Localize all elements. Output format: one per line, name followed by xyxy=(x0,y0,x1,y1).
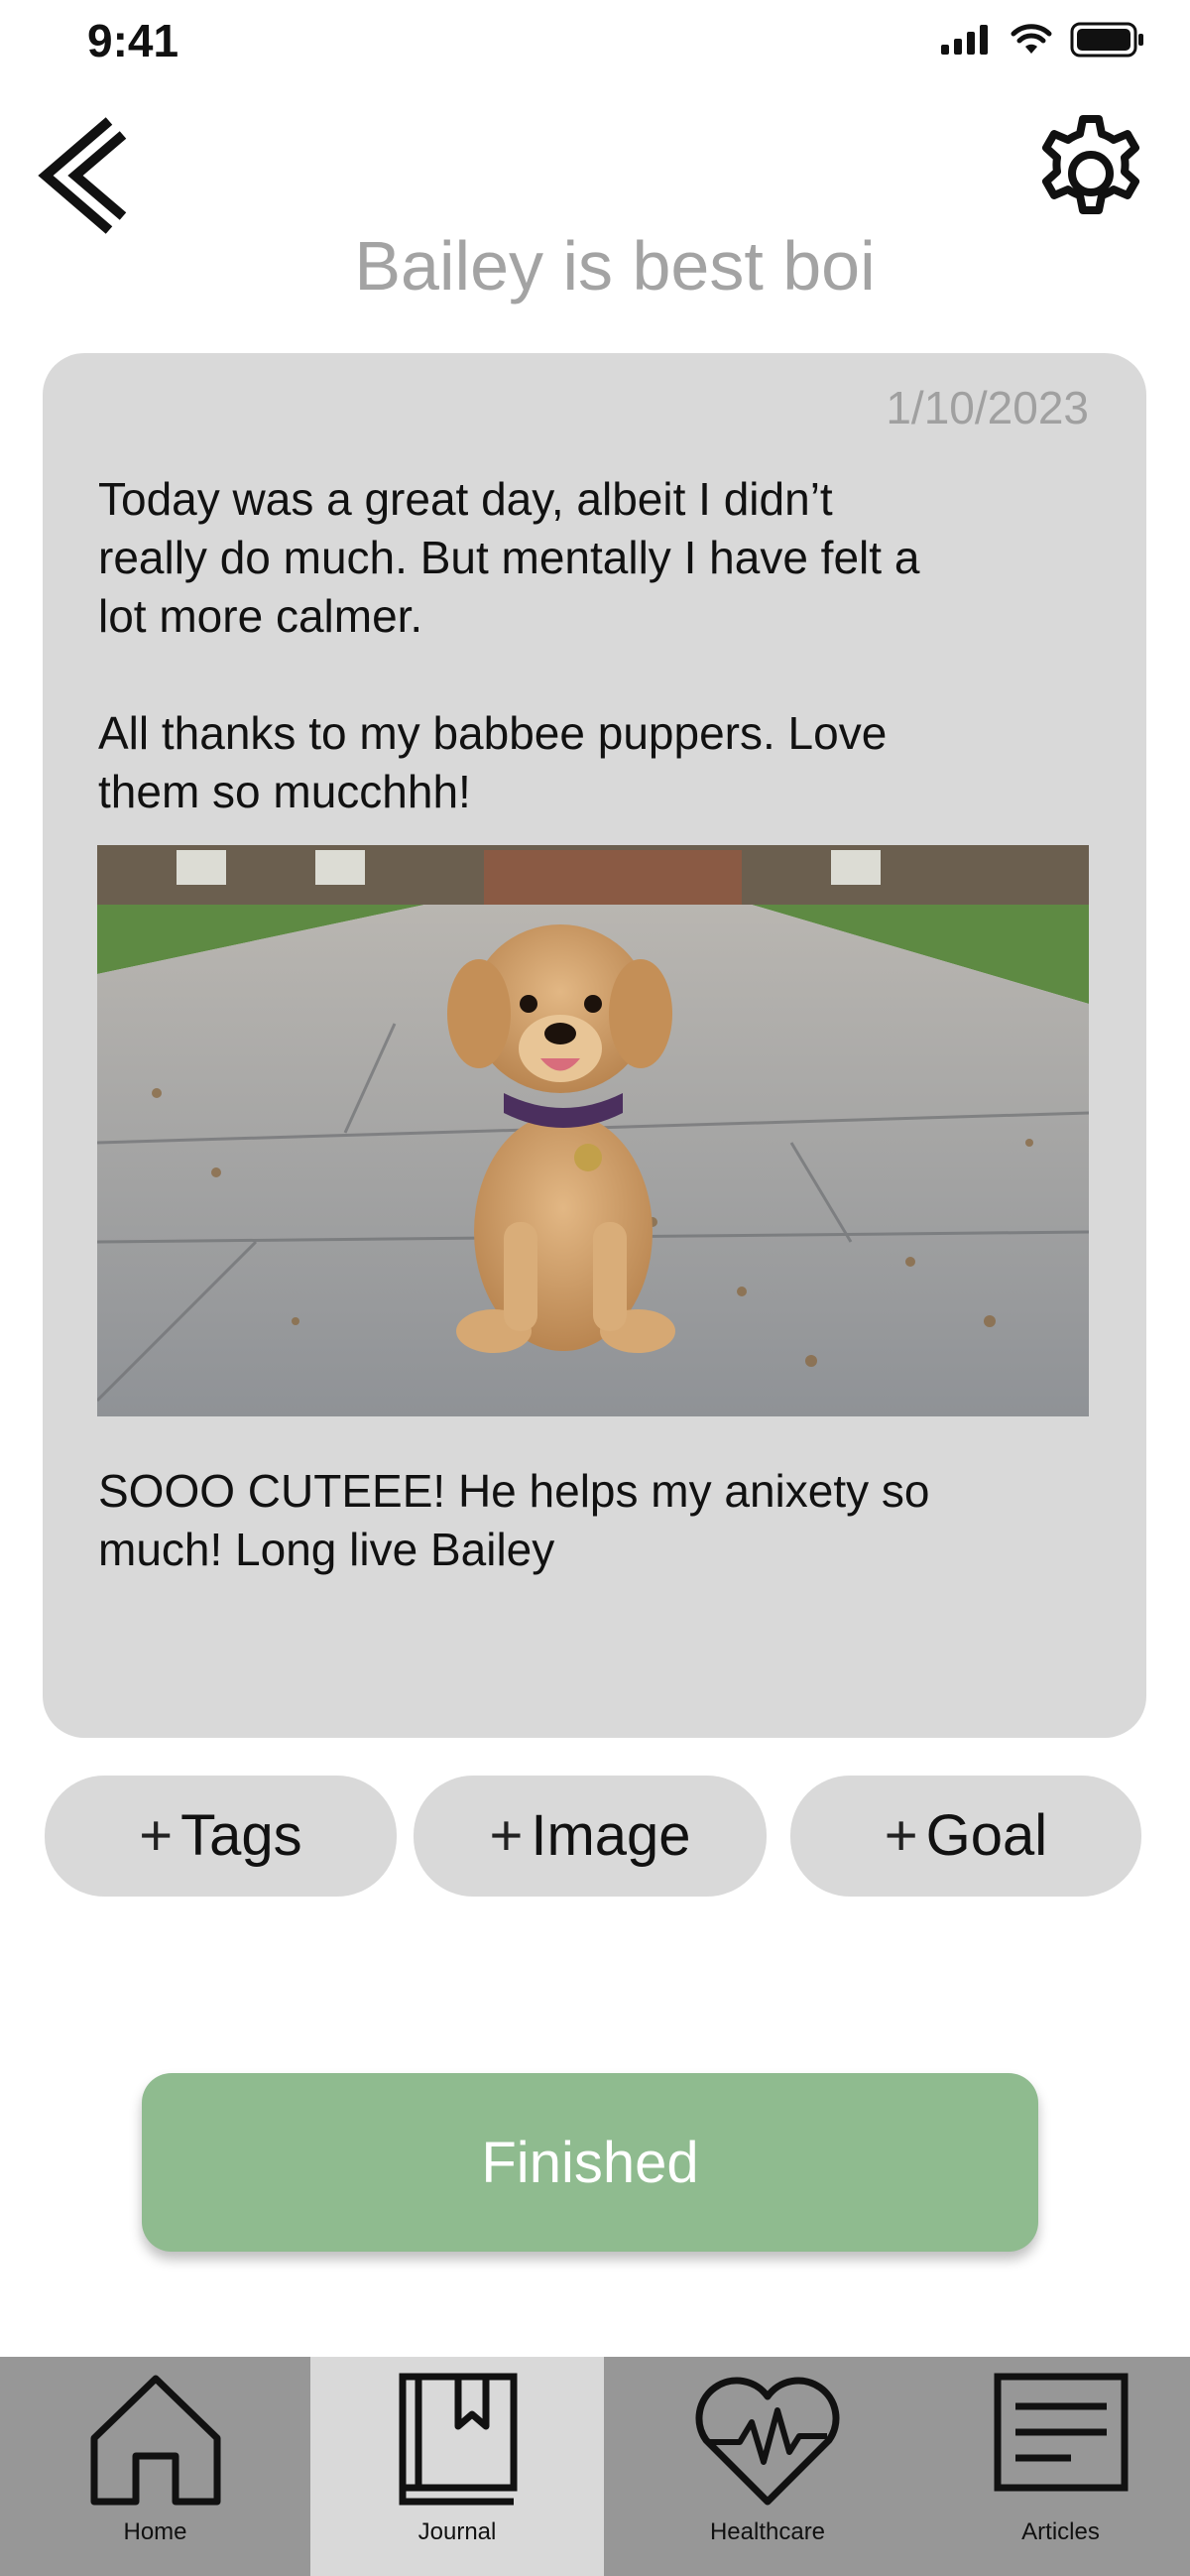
wifi-icon xyxy=(1011,24,1052,54)
articles-icon xyxy=(994,2373,1128,2492)
plus-icon: + xyxy=(884,1803,918,1868)
entry-text-before[interactable]: Today was a great day, albeit I didn’t r… xyxy=(98,470,1090,821)
nav-label-articles: Articles xyxy=(1021,2518,1100,2545)
bottom-nav: Home Journal Healthcare Articles xyxy=(0,2357,1190,2576)
back-button[interactable] xyxy=(28,111,137,240)
add-image-label: Image xyxy=(531,1803,691,1868)
gear-icon xyxy=(1042,115,1139,214)
home-icon xyxy=(90,2375,220,2506)
nav-item-journal[interactable]: Journal xyxy=(310,2357,604,2576)
journal-book-icon xyxy=(399,2373,518,2506)
battery-icon xyxy=(1070,22,1143,58)
plus-icon: + xyxy=(139,1803,174,1868)
nav-item-articles[interactable]: Articles xyxy=(931,2357,1190,2576)
page-title: Bailey is best boi xyxy=(354,227,876,305)
journal-entry-card[interactable]: 1/10/2023 Today was a great day, albeit … xyxy=(43,353,1146,1738)
golden-retriever-puppy-photo[interactable] xyxy=(97,845,1089,1416)
add-goal-label: Goal xyxy=(925,1803,1048,1868)
nav-item-home[interactable]: Home xyxy=(0,2357,310,2576)
nav-label-journal: Journal xyxy=(417,2518,497,2545)
nav-label-home: Home xyxy=(123,2518,187,2545)
signal-icon xyxy=(941,25,988,55)
entry-date: 1/10/2023 xyxy=(886,382,1089,433)
status-icons xyxy=(941,22,1145,58)
add-goal-button[interactable]: + Goal xyxy=(790,1776,1141,1897)
chevron-left-icon xyxy=(38,117,127,234)
settings-button[interactable] xyxy=(1026,107,1155,236)
status-bar: 9:41 xyxy=(0,0,1190,79)
add-image-button[interactable]: + Image xyxy=(414,1776,767,1897)
nav-item-healthcare[interactable]: Healthcare xyxy=(604,2357,931,2576)
nav-label-healthcare: Healthcare xyxy=(709,2518,826,2545)
finished-button[interactable]: Finished xyxy=(142,2073,1038,2252)
plus-icon: + xyxy=(489,1803,524,1868)
entry-text-after[interactable]: SOOO CUTEEE! He helps my anixety so much… xyxy=(98,1462,1090,1579)
add-tags-button[interactable]: + Tags xyxy=(45,1776,397,1897)
heart-pulse-icon xyxy=(695,2377,840,2506)
status-time: 9:41 xyxy=(87,15,179,66)
add-tags-label: Tags xyxy=(180,1803,302,1868)
